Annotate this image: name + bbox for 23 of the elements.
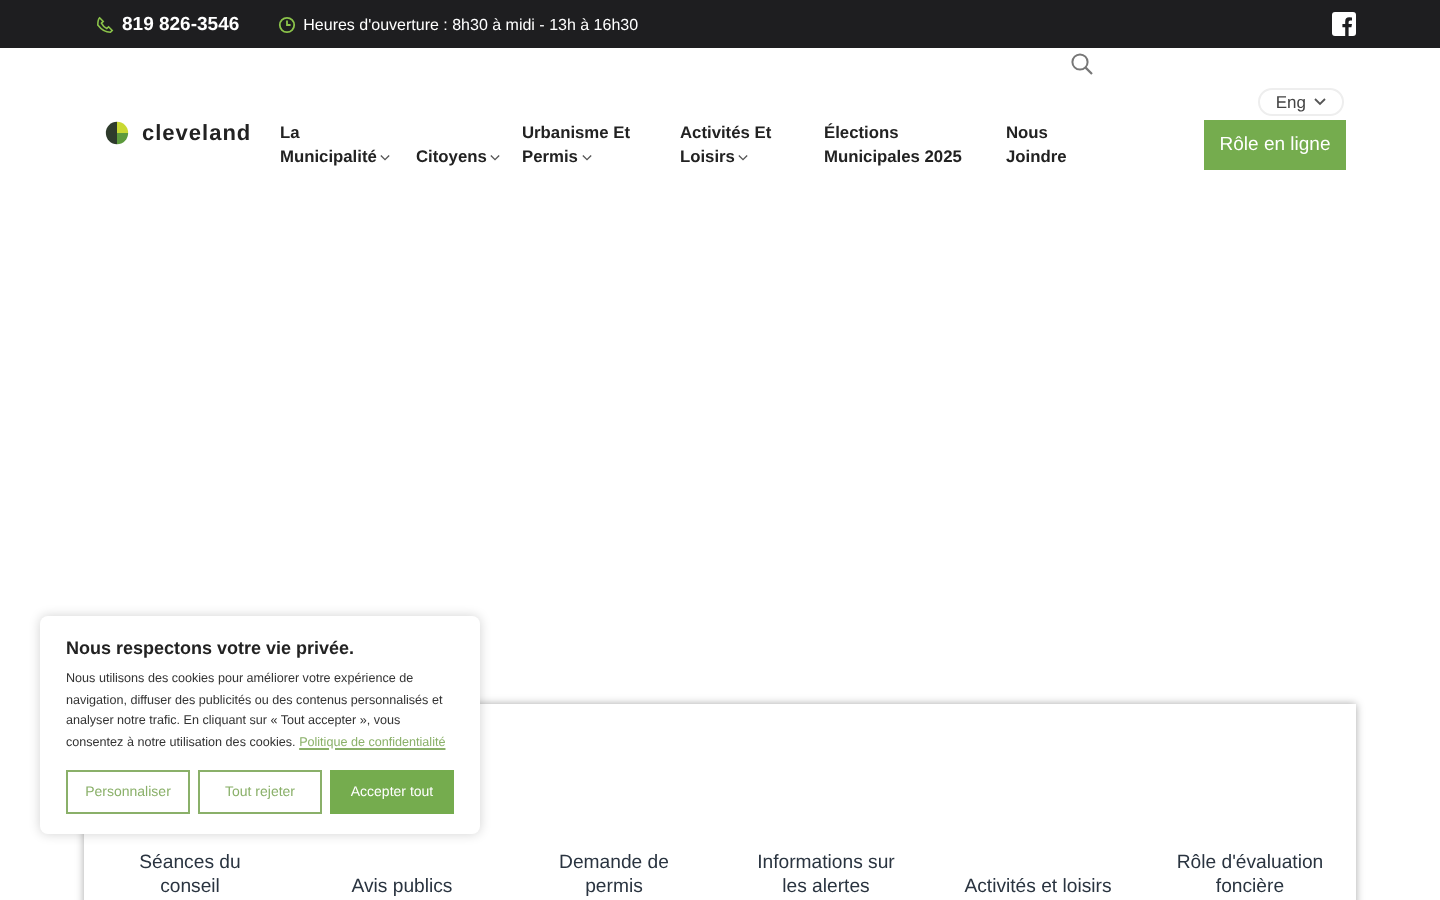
facebook-icon[interactable]: [1332, 12, 1356, 36]
chevron-down-icon: [1314, 98, 1326, 106]
quick-link[interactable]: Avis publics: [296, 876, 508, 900]
phone-number[interactable]: 819 826-3546: [122, 13, 240, 35]
nav-link[interactable]: Citoyens: [416, 144, 508, 168]
nav-link[interactable]: La Municipalité: [280, 120, 396, 168]
nav-link[interactable]: Élections Municipales 2025: [824, 120, 980, 168]
quick-link[interactable]: Demande de permis: [508, 852, 720, 900]
logo-icon[interactable]: [104, 120, 130, 146]
quick-link[interactable]: Activités et loisirs: [932, 876, 1144, 900]
clock-icon: [277, 15, 296, 33]
opening-hours: Heures d'ouverture : 8h30 à midi - 13h à 16h30: [303, 15, 639, 33]
quick-link[interactable]: Séances du conseil: [84, 852, 296, 900]
search-icon[interactable]: [1070, 52, 1094, 76]
nav-link[interactable]: Activités Et Loisirs: [680, 120, 790, 168]
language-selector[interactable]: Eng: [1257, 88, 1344, 116]
logo-text[interactable]: cleveland: [142, 121, 252, 145]
quick-link[interactable]: Informations sur les alertes: [720, 852, 932, 900]
quick-link[interactable]: Rôle d'évaluation foncière: [1144, 852, 1356, 900]
cookie-title: Nous respectons votre vie privée.: [66, 638, 357, 658]
nav-link[interactable]: Nous Joindre: [1006, 120, 1086, 168]
nav-link[interactable]: Urbanisme Et Permis: [522, 120, 646, 168]
phone-icon: [96, 15, 114, 33]
